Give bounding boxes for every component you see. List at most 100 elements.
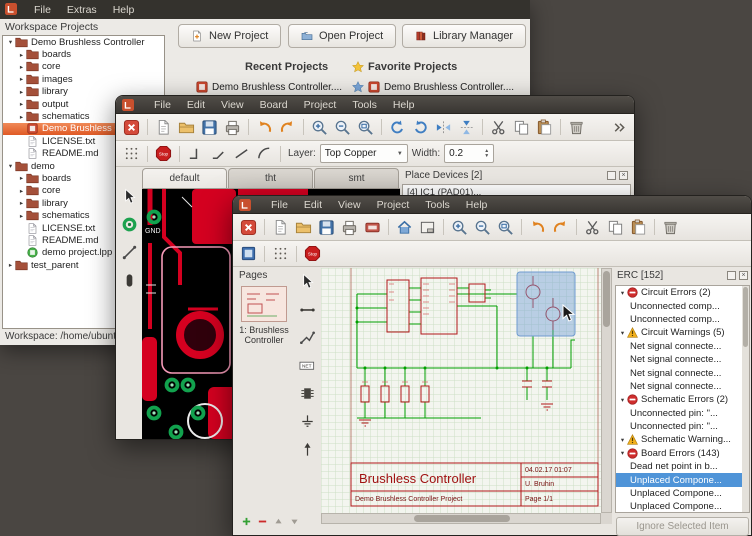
menu-view[interactable]: View	[330, 196, 369, 214]
page-thumbnail[interactable]	[241, 286, 287, 322]
library-manager-button[interactable]: Library Manager	[402, 24, 526, 48]
erc-item-unplaced-compone[interactable]: Unplaced Compone...	[616, 500, 749, 513]
undo-icon[interactable]	[254, 117, 275, 138]
frame-icon[interactable]	[417, 217, 438, 238]
rotate-l-icon[interactable]	[387, 117, 408, 138]
menu-view[interactable]: View	[213, 96, 252, 114]
stop-icon[interactable]: Stop	[153, 143, 174, 164]
width-spinner[interactable]: 0.2 ▲▼	[444, 144, 494, 163]
trash-icon[interactable]	[660, 217, 681, 238]
erc-item-net-signal-connecte[interactable]: Net signal connecte...	[616, 340, 749, 353]
angle45-icon[interactable]	[208, 143, 229, 164]
favorite-project-item[interactable]: Demo Brushless Controller....	[352, 81, 514, 93]
menu-edit[interactable]: Edit	[296, 196, 330, 214]
plus-green-icon[interactable]	[239, 514, 253, 528]
zoom-out-icon[interactable]	[332, 117, 353, 138]
erc-item-unplaced-compone[interactable]: Unplaced Compone...	[616, 487, 749, 500]
arc-icon[interactable]	[254, 143, 275, 164]
erc-scrollbar[interactable]	[742, 286, 749, 512]
print-icon[interactable]	[222, 117, 243, 138]
schematic-titlebar[interactable]: FileEditViewProjectToolsHelp	[233, 196, 751, 214]
erc-item-net-signal-connecte[interactable]: Net signal connecte...	[616, 353, 749, 366]
dock-float-button[interactable]	[607, 171, 616, 180]
dock-close-button[interactable]: ×	[739, 271, 748, 280]
copy-icon[interactable]	[605, 217, 626, 238]
erc-item-schematic-errors-2[interactable]: ▾Schematic Errors (2)	[616, 393, 749, 406]
tab-tht[interactable]: tht	[228, 168, 313, 188]
menu-file[interactable]: File	[146, 96, 179, 114]
new-doc-icon[interactable]	[153, 117, 174, 138]
open-project-button[interactable]: Open Project	[288, 24, 396, 48]
dock-close-button[interactable]: ×	[619, 171, 628, 180]
save-icon[interactable]	[199, 117, 220, 138]
plot-icon[interactable]	[362, 217, 383, 238]
wire-icon[interactable]	[297, 298, 319, 320]
expand-down-icon[interactable]: ▾	[6, 38, 15, 46]
expand-right-icon[interactable]: ▸	[6, 261, 15, 269]
undo-icon[interactable]	[527, 217, 548, 238]
cursor-icon[interactable]	[119, 185, 141, 207]
zoom-in-icon[interactable]	[309, 117, 330, 138]
sheet-blue-icon[interactable]	[238, 243, 259, 264]
redo-icon[interactable]	[550, 217, 571, 238]
flip-v-icon[interactable]	[456, 117, 477, 138]
save-icon[interactable]	[316, 217, 337, 238]
rotate-r-icon[interactable]	[410, 117, 431, 138]
cut-icon[interactable]	[582, 217, 603, 238]
expand-right-icon[interactable]: ▸	[17, 199, 26, 207]
zoom-fit-icon[interactable]	[495, 217, 516, 238]
main-menubar[interactable]: FileExtrasHelp	[0, 0, 530, 19]
grid-icon[interactable]	[121, 143, 142, 164]
erc-item-circuit-warnings-5[interactable]: ▾Circuit Warnings (5)	[616, 326, 749, 339]
expand-right-icon[interactable]: ▸	[17, 88, 26, 96]
expand-down-icon[interactable]: ▾	[618, 449, 627, 457]
new-doc-icon[interactable]	[270, 217, 291, 238]
expand-right-icon[interactable]: ▸	[17, 100, 26, 108]
menu-tools[interactable]: Tools	[417, 196, 458, 214]
menu-help[interactable]: Help	[105, 1, 143, 19]
expand-right-icon[interactable]: ▸	[17, 113, 26, 121]
tab-default[interactable]: default	[142, 168, 227, 188]
erc-item-dead-net-point-in-b[interactable]: Dead net point in b...	[616, 460, 749, 473]
open-folder-icon[interactable]	[176, 117, 197, 138]
erc-item-board-errors-143[interactable]: ▾Board Errors (143)	[616, 447, 749, 460]
copy-icon[interactable]	[511, 117, 532, 138]
recent-project-item[interactable]: Demo Brushless Controller....	[196, 81, 342, 93]
zoom-out-icon[interactable]	[472, 217, 493, 238]
menu-help[interactable]: Help	[458, 196, 496, 214]
stop-icon[interactable]: Stop	[302, 243, 323, 264]
zoom-fit-icon[interactable]	[355, 117, 376, 138]
layer-select[interactable]: Top Copper ▼	[320, 144, 408, 163]
netlabel-icon[interactable]: NET	[297, 354, 319, 376]
redo-icon[interactable]	[277, 117, 298, 138]
tree-item-images[interactable]: ▸images	[3, 73, 164, 85]
expand-right-icon[interactable]: ▸	[17, 63, 26, 71]
menu-project[interactable]: Project	[296, 96, 345, 114]
schematic-canvas[interactable]: Brushless Controller 04.02.17 01:07 U. B…	[321, 268, 601, 513]
home-icon[interactable]	[394, 217, 415, 238]
expand-right-icon[interactable]: ▸	[17, 75, 26, 83]
scrollbar-thumb[interactable]	[603, 271, 610, 327]
flip-h-icon[interactable]	[433, 117, 454, 138]
erc-item-net-signal-connecte[interactable]: Net signal connecte...	[616, 380, 749, 393]
print-icon[interactable]	[339, 217, 360, 238]
via-green-icon[interactable]	[119, 213, 141, 235]
menu-file[interactable]: File	[26, 1, 59, 19]
erc-item-unconnected-comp[interactable]: Unconnected comp...	[616, 313, 749, 326]
angle90-icon[interactable]	[185, 143, 206, 164]
close-red-icon[interactable]	[121, 117, 142, 138]
expand-down-icon[interactable]: ▾	[618, 396, 627, 404]
line-straight-icon[interactable]	[231, 143, 252, 164]
menu-project[interactable]: Project	[369, 196, 418, 214]
menu-file[interactable]: File	[263, 196, 296, 214]
overflow-icon[interactable]	[608, 117, 629, 138]
tree-item-boards[interactable]: ▸boards	[3, 48, 164, 60]
paste-icon[interactable]	[534, 117, 555, 138]
close-red-icon[interactable]	[238, 217, 259, 238]
new-project-button[interactable]: New Project	[178, 24, 281, 48]
expand-down-icon[interactable]: ▾	[618, 289, 627, 297]
erc-item-unplaced-compone[interactable]: Unplaced Compone...	[616, 473, 749, 486]
ignore-selected-item-button[interactable]: Ignore Selected Item	[616, 517, 749, 536]
expand-right-icon[interactable]: ▸	[17, 212, 26, 220]
grid-icon[interactable]	[270, 243, 291, 264]
